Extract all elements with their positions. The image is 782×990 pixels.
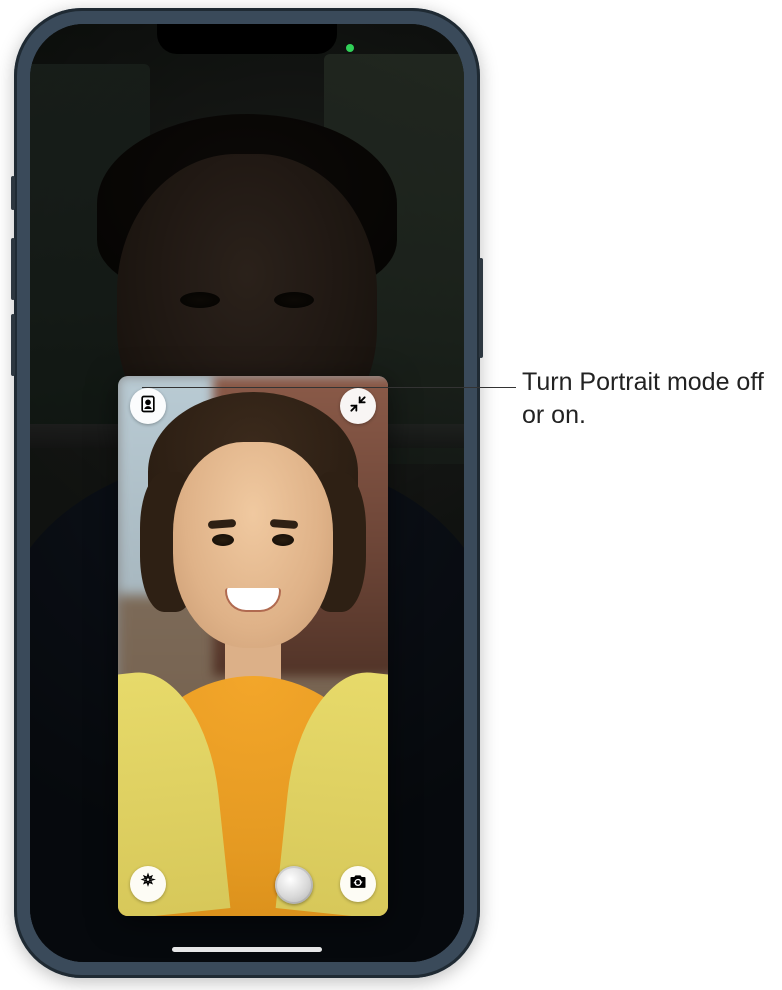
mute-switch <box>11 176 15 210</box>
notch <box>157 24 337 54</box>
shutter-button[interactable] <box>275 866 313 904</box>
portrait-mode-icon <box>138 394 158 419</box>
portrait-mode-button[interactable] <box>130 388 166 424</box>
flip-camera-icon <box>348 872 368 897</box>
effects-icon <box>138 872 158 897</box>
side-button <box>479 258 483 358</box>
flip-camera-button[interactable] <box>340 866 376 902</box>
self-view-tile[interactable] <box>118 376 388 916</box>
callout-text: Turn Portrait mode off or on. <box>522 366 772 431</box>
volume-down-button <box>11 314 15 376</box>
iphone-screen <box>30 24 464 962</box>
home-indicator[interactable] <box>172 947 322 952</box>
callout-leader-line <box>142 387 516 388</box>
iphone-device-frame <box>14 8 480 978</box>
effects-button[interactable] <box>130 866 166 902</box>
camera-active-indicator <box>346 44 354 52</box>
volume-up-button <box>11 238 15 300</box>
minimize-button[interactable] <box>340 388 376 424</box>
minimize-icon <box>348 394 368 419</box>
